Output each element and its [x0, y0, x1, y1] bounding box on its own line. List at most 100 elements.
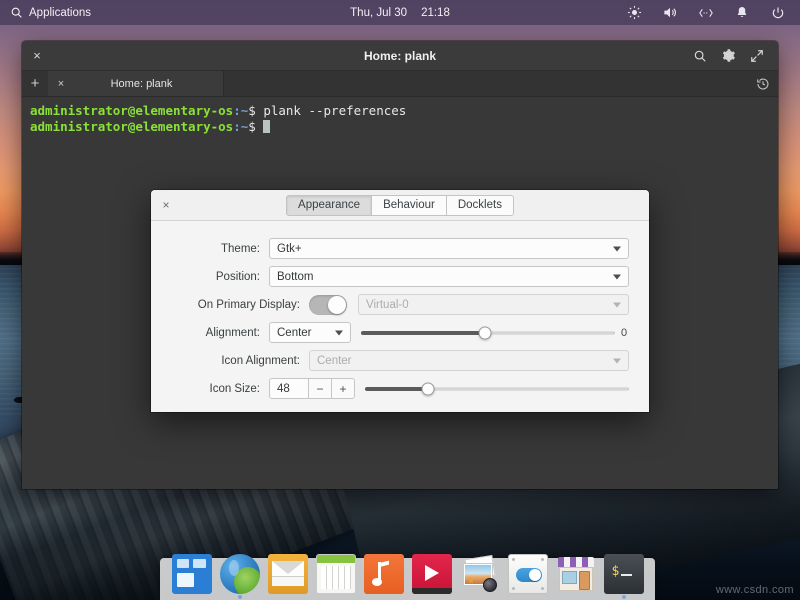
top-panel: Applications Thu, Jul 30 21:18 — [0, 0, 800, 25]
history-icon[interactable] — [748, 71, 778, 96]
slider-handle[interactable] — [422, 382, 435, 395]
chevron-down-icon — [613, 246, 621, 251]
terminal-titlebar: × Home: plank — [22, 41, 778, 71]
search-icon[interactable] — [693, 49, 707, 63]
applications-menu[interactable]: Applications — [0, 6, 91, 19]
tab-close-icon[interactable]: × — [48, 78, 74, 90]
icon-alignment-combobox[interactable]: Center — [309, 350, 629, 371]
chevron-down-icon — [613, 358, 621, 363]
alignment-label: Alignment: — [169, 327, 269, 339]
alignment-combobox[interactable]: Center — [269, 322, 351, 343]
slider-fill — [361, 331, 485, 335]
theme-label: Theme: — [169, 243, 269, 255]
icon-size-slider-wrap — [365, 378, 629, 399]
prompt-symbol: $ — [248, 119, 256, 134]
prompt-path: :~ — [233, 119, 248, 134]
terminal-command — [256, 119, 264, 134]
monitor-value: Virtual-0 — [366, 299, 409, 311]
dock-item-videos[interactable] — [412, 554, 452, 594]
chevron-down-icon — [613, 274, 621, 279]
row-position: Position: Bottom — [169, 263, 629, 290]
row-icon-alignment: Icon Alignment: Center — [169, 347, 629, 374]
row-icon-size: Icon Size: 48 − + — [169, 375, 629, 402]
terminal-tab[interactable]: × Home: plank — [48, 71, 224, 96]
search-icon — [10, 6, 23, 19]
prompt-symbol: $ — [248, 103, 256, 118]
prompt-user: administrator@elementary-os — [30, 103, 233, 118]
chevron-down-icon — [335, 330, 343, 335]
slider-handle[interactable] — [479, 326, 492, 339]
chevron-down-icon — [613, 302, 621, 307]
prompt-path: :~ — [233, 103, 248, 118]
dialog-tabs: Appearance Behaviour Docklets — [151, 195, 649, 216]
toggle-knob — [328, 296, 346, 314]
dock-item-web-browser[interactable] — [220, 554, 260, 594]
running-indicator — [238, 595, 242, 599]
applications-label: Applications — [29, 7, 91, 19]
row-theme: Theme: Gtk+ — [169, 235, 629, 262]
icon-size-stepper: 48 − + — [269, 378, 355, 399]
dock-item-photos[interactable] — [460, 554, 500, 594]
alignment-offset-slider-wrap: 0 — [361, 322, 629, 343]
terminal-line: administrator@elementary-os:~$ — [30, 119, 770, 135]
dock-item-calendar[interactable] — [316, 554, 356, 594]
tab-behaviour[interactable]: Behaviour — [371, 195, 447, 216]
icon-size-label: Icon Size: — [169, 383, 269, 395]
terminal-line: administrator@elementary-os:~$ plank --p… — [30, 103, 770, 119]
watermark-text: www.csdn.com — [716, 584, 794, 596]
position-label: Position: — [169, 271, 269, 283]
new-tab-button[interactable]: + — [22, 71, 48, 96]
prompt-user: administrator@elementary-os — [30, 119, 233, 134]
tab-docklets[interactable]: Docklets — [446, 195, 514, 216]
terminal-title: Home: plank — [22, 49, 778, 63]
monitor-combobox[interactable]: Virtual-0 — [358, 294, 629, 315]
notifications-icon[interactable] — [734, 5, 750, 21]
position-combobox[interactable]: Bottom — [269, 266, 629, 287]
dock-item-music[interactable] — [364, 554, 404, 594]
terminal-command: plank --preferences — [256, 103, 407, 118]
appearance-panel: Theme: Gtk+ Position: Bottom On Primary … — [151, 221, 649, 402]
terminal-cursor — [263, 120, 270, 133]
volume-icon[interactable] — [662, 5, 678, 21]
tab-appearance[interactable]: Appearance — [286, 195, 372, 216]
dock-item-mail[interactable] — [268, 554, 308, 594]
dock-items: $ — [160, 554, 655, 594]
window-close-button[interactable]: × — [22, 48, 52, 63]
network-icon[interactable] — [698, 5, 714, 21]
dock-item-terminal[interactable]: $ — [604, 554, 644, 594]
brightness-icon[interactable] — [626, 5, 642, 21]
icon-alignment-label: Icon Alignment: — [169, 355, 309, 367]
icon-size-decrement-button[interactable]: − — [309, 378, 332, 399]
position-value: Bottom — [277, 271, 313, 283]
alignment-offset-slider[interactable] — [361, 331, 615, 335]
terminal-tabbar: + × Home: plank — [22, 71, 778, 97]
slider-fill — [365, 387, 428, 391]
tab-label: Home: plank — [74, 78, 223, 90]
gear-icon[interactable] — [721, 48, 736, 63]
icon-size-value[interactable]: 48 — [269, 378, 309, 399]
plank-dock: $ — [160, 558, 655, 600]
panel-date: Thu, Jul 30 — [350, 7, 407, 19]
dock-item-system-settings[interactable] — [508, 554, 548, 594]
row-alignment: Alignment: Center 0 — [169, 319, 629, 346]
icon-size-slider[interactable] — [365, 387, 629, 391]
dock-item-appcenter[interactable] — [556, 554, 596, 594]
panel-time: 21:18 — [421, 7, 450, 19]
fullscreen-icon[interactable] — [750, 49, 764, 63]
icon-size-increment-button[interactable]: + — [332, 378, 355, 399]
dock-item-files[interactable] — [172, 554, 212, 594]
primary-display-toggle[interactable] — [309, 295, 347, 315]
power-icon[interactable] — [770, 5, 786, 21]
icon-alignment-value: Center — [317, 355, 352, 367]
alignment-value: Center — [277, 327, 312, 339]
dialog-titlebar: × Appearance Behaviour Docklets — [151, 190, 649, 221]
plank-preferences-dialog: × Appearance Behaviour Docklets Theme: G… — [151, 190, 649, 412]
running-indicator — [622, 595, 626, 599]
terminal-output[interactable]: administrator@elementary-os:~$ plank --p… — [22, 97, 778, 141]
alignment-offset-value: 0 — [621, 327, 629, 339]
tabbar-empty-space — [224, 71, 748, 96]
theme-combobox[interactable]: Gtk+ — [269, 238, 629, 259]
row-primary-display: On Primary Display: Virtual-0 — [169, 291, 629, 318]
theme-value: Gtk+ — [277, 243, 302, 255]
primary-display-label: On Primary Display: — [169, 299, 309, 311]
